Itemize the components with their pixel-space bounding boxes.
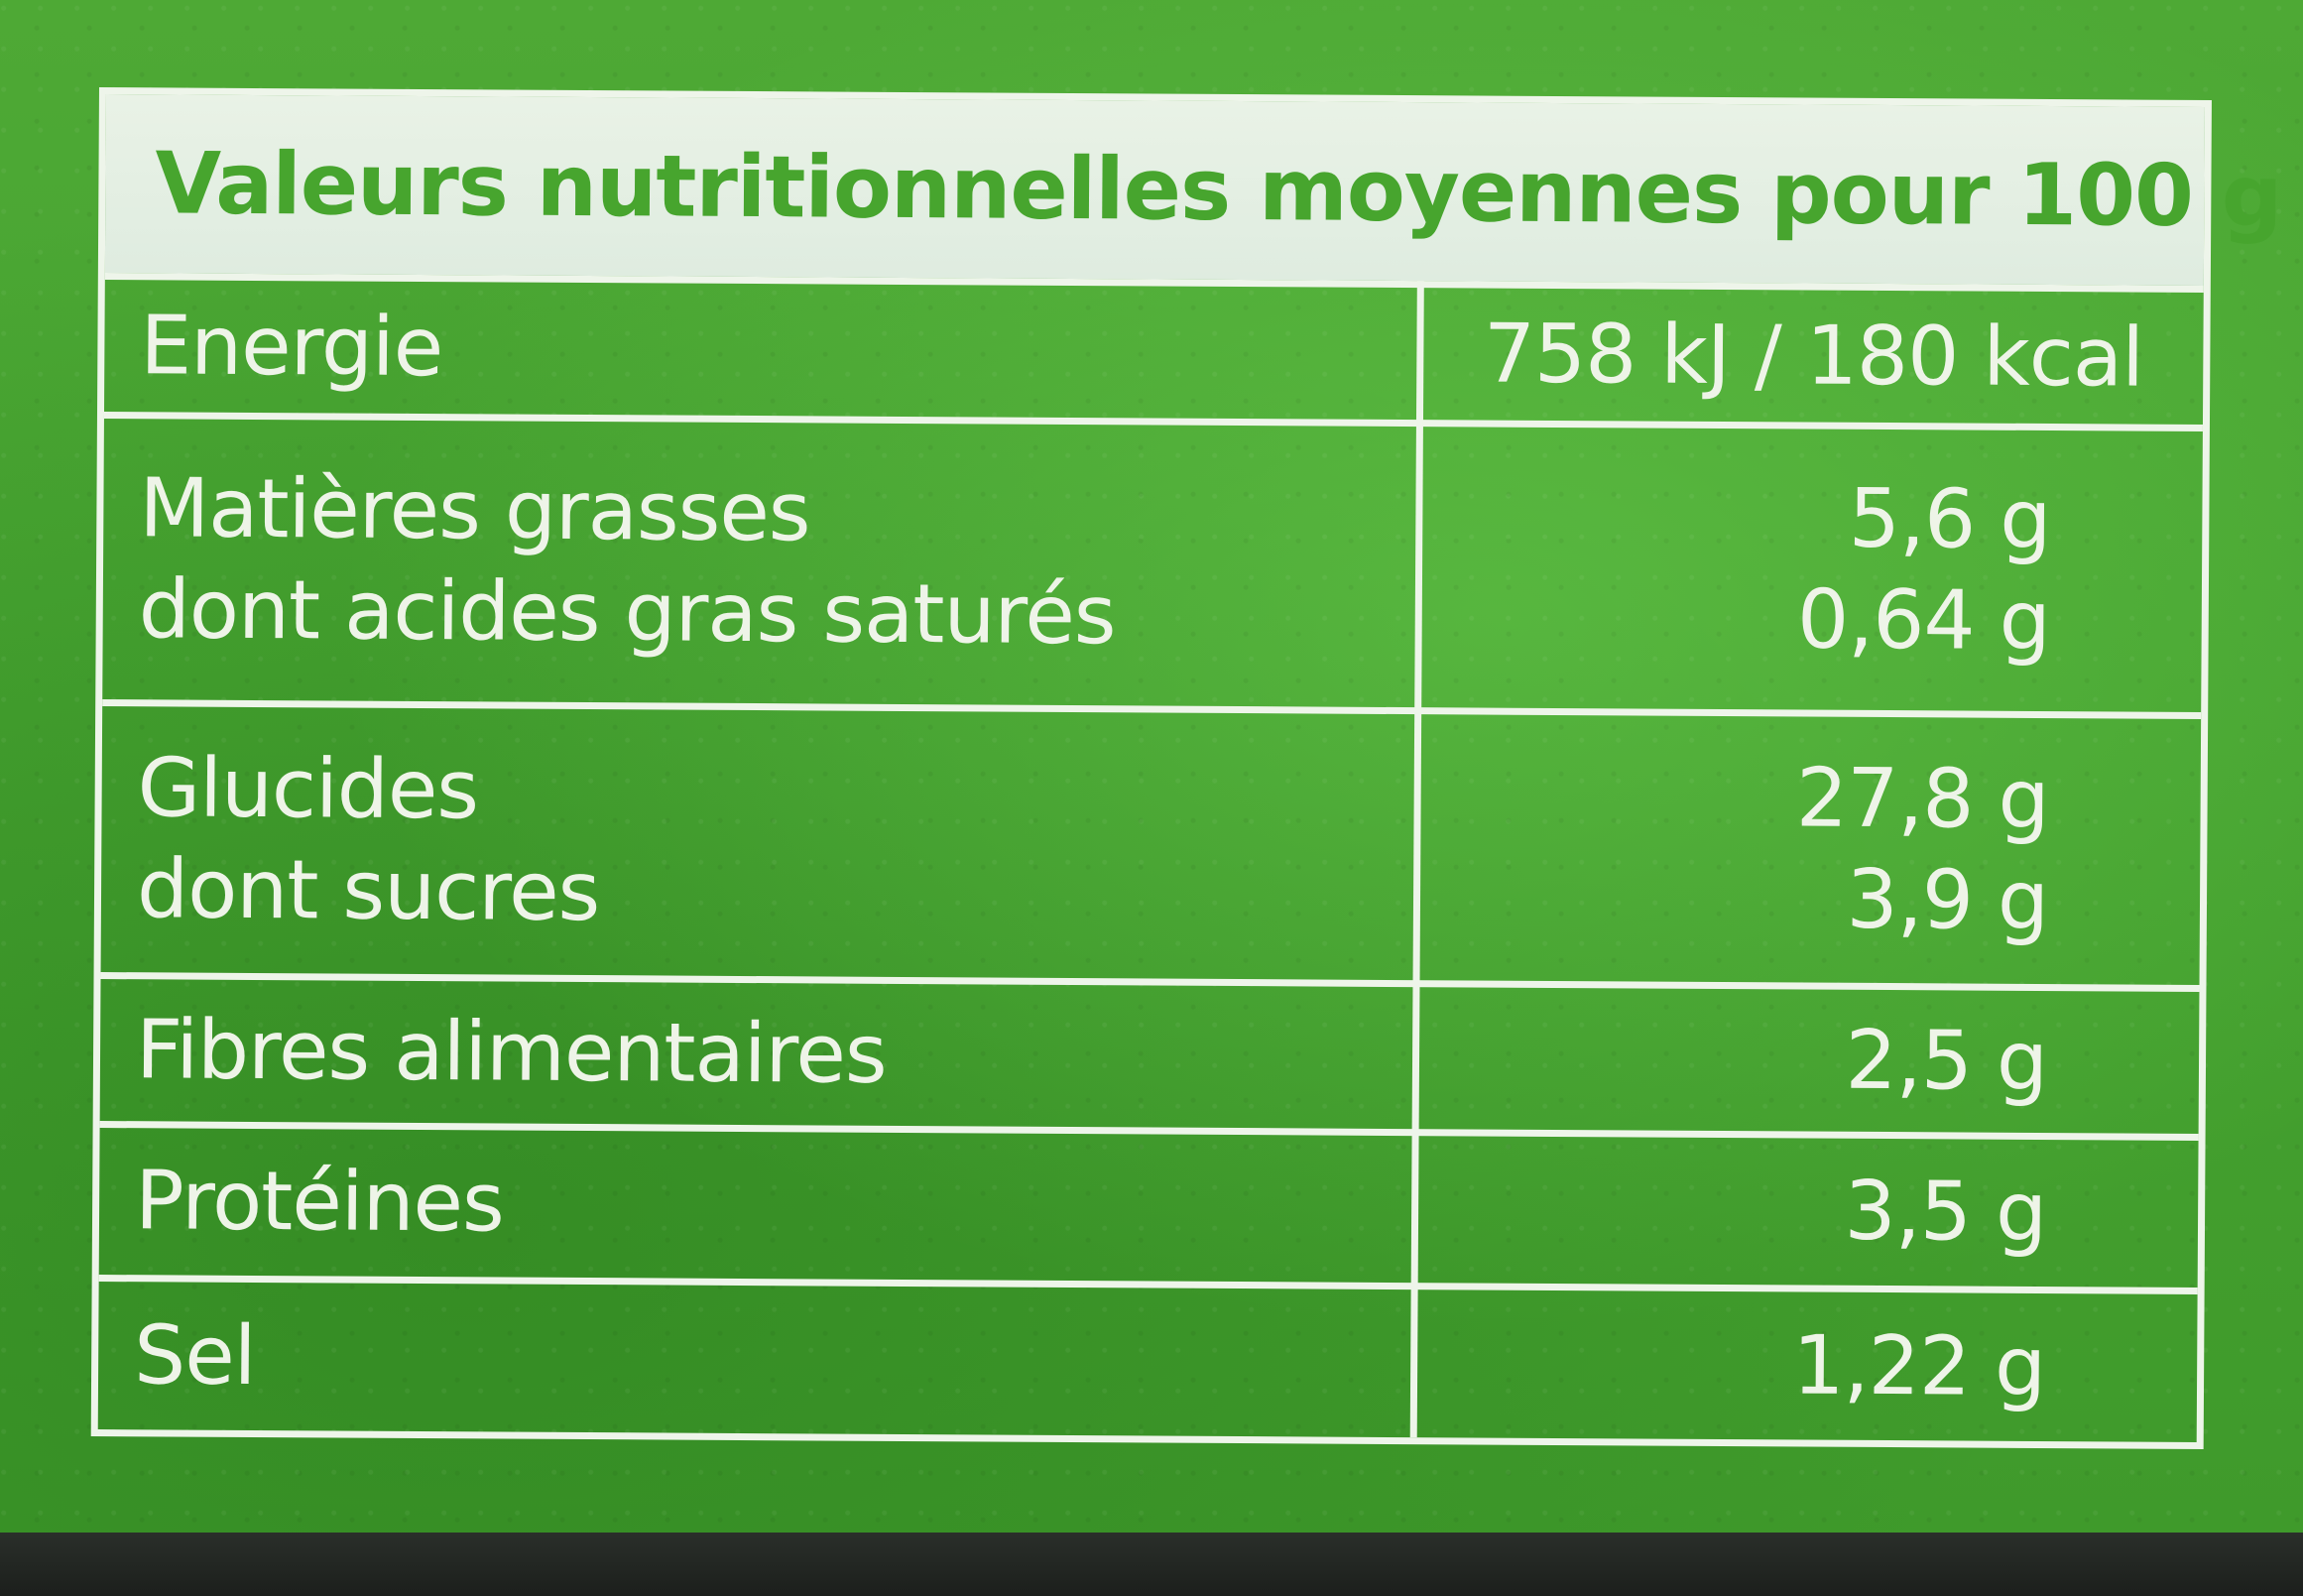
- nutrient-label: Glucides: [137, 741, 479, 838]
- nutrition-row-matieres-grasses: Matières grasses dont acides gras saturé…: [102, 412, 2203, 712]
- nutrition-label-cell: Energie: [140, 280, 443, 414]
- nutrition-value-cell: 1,22 g: [1417, 1289, 2198, 1442]
- nutrition-value-cell: 3,5 g: [1418, 1136, 2199, 1288]
- nutrition-label-cell: Matières grasses dont acides gras saturé…: [138, 419, 1117, 705]
- nutrition-label-cell: Fibres alimentaires: [136, 979, 887, 1126]
- nutrient-sublabel: dont sucres: [136, 842, 600, 940]
- nutrient-label: Protéines: [134, 1154, 505, 1251]
- nutrient-subvalue: 3,9 g: [1846, 852, 2049, 949]
- bottom-dark-strip: [0, 1533, 2303, 1596]
- nutrition-row-fibres: Fibres alimentaires 2,5 g: [99, 972, 2200, 1134]
- nutrient-label: Fibres alimentaires: [135, 1002, 887, 1102]
- nutrition-value-cell: 27,8 g 3,9 g: [1420, 714, 2202, 985]
- nutrition-label-cell: Sel: [134, 1282, 256, 1430]
- nutrient-value: 5,6 g: [1848, 471, 2051, 567]
- nutrient-value: 27,8 g: [1795, 751, 2049, 848]
- nutrient-sublabel: dont acides gras saturés: [138, 561, 1116, 663]
- nutrition-table: Valeurs nutritionnelles moyennes pour 10…: [90, 87, 2282, 1449]
- nutrition-row-glucides: Glucides dont sucres 27,8 g 3,9 g: [100, 699, 2202, 985]
- nutrient-value: 3,5 g: [1844, 1164, 2047, 1261]
- nutrient-value: 1,22 g: [1792, 1317, 2046, 1414]
- nutrition-rows: Energie 758 kJ / 180 kcal Matières grass…: [97, 273, 2204, 1442]
- nutrition-label-cell: Glucides dont sucres: [137, 706, 601, 975]
- nutrient-label: Matières grasses: [139, 460, 810, 559]
- nutrition-row-proteines: Protéines 3,5 g: [98, 1121, 2199, 1288]
- nutrition-value-cell: 5,6 g 0,64 g: [1421, 427, 2203, 712]
- nutrition-value-cell: 2,5 g: [1419, 987, 2200, 1134]
- nutrition-row-sel: Sel 1,22 g: [97, 1275, 2198, 1442]
- nutrient-subvalue: 0,64 g: [1796, 571, 2051, 669]
- nutrition-label-cell: Protéines: [135, 1128, 505, 1277]
- nutrition-title: Valeurs nutritionnelles moyennes pour 10…: [155, 134, 2282, 247]
- nutrient-value: 758 kJ / 180 kcal: [1483, 307, 2144, 406]
- nutrient-label: Energie: [140, 298, 443, 395]
- nutrient-label: Sel: [133, 1307, 256, 1404]
- nutrition-value-cell: 758 kJ / 180 kcal: [1423, 288, 2204, 425]
- nutrition-title-bar: Valeurs nutritionnelles moyennes pour 10…: [104, 94, 2282, 286]
- nutrition-row-energie: Energie 758 kJ / 180 kcal: [104, 273, 2204, 425]
- nutrient-value: 2,5 g: [1845, 1013, 2048, 1109]
